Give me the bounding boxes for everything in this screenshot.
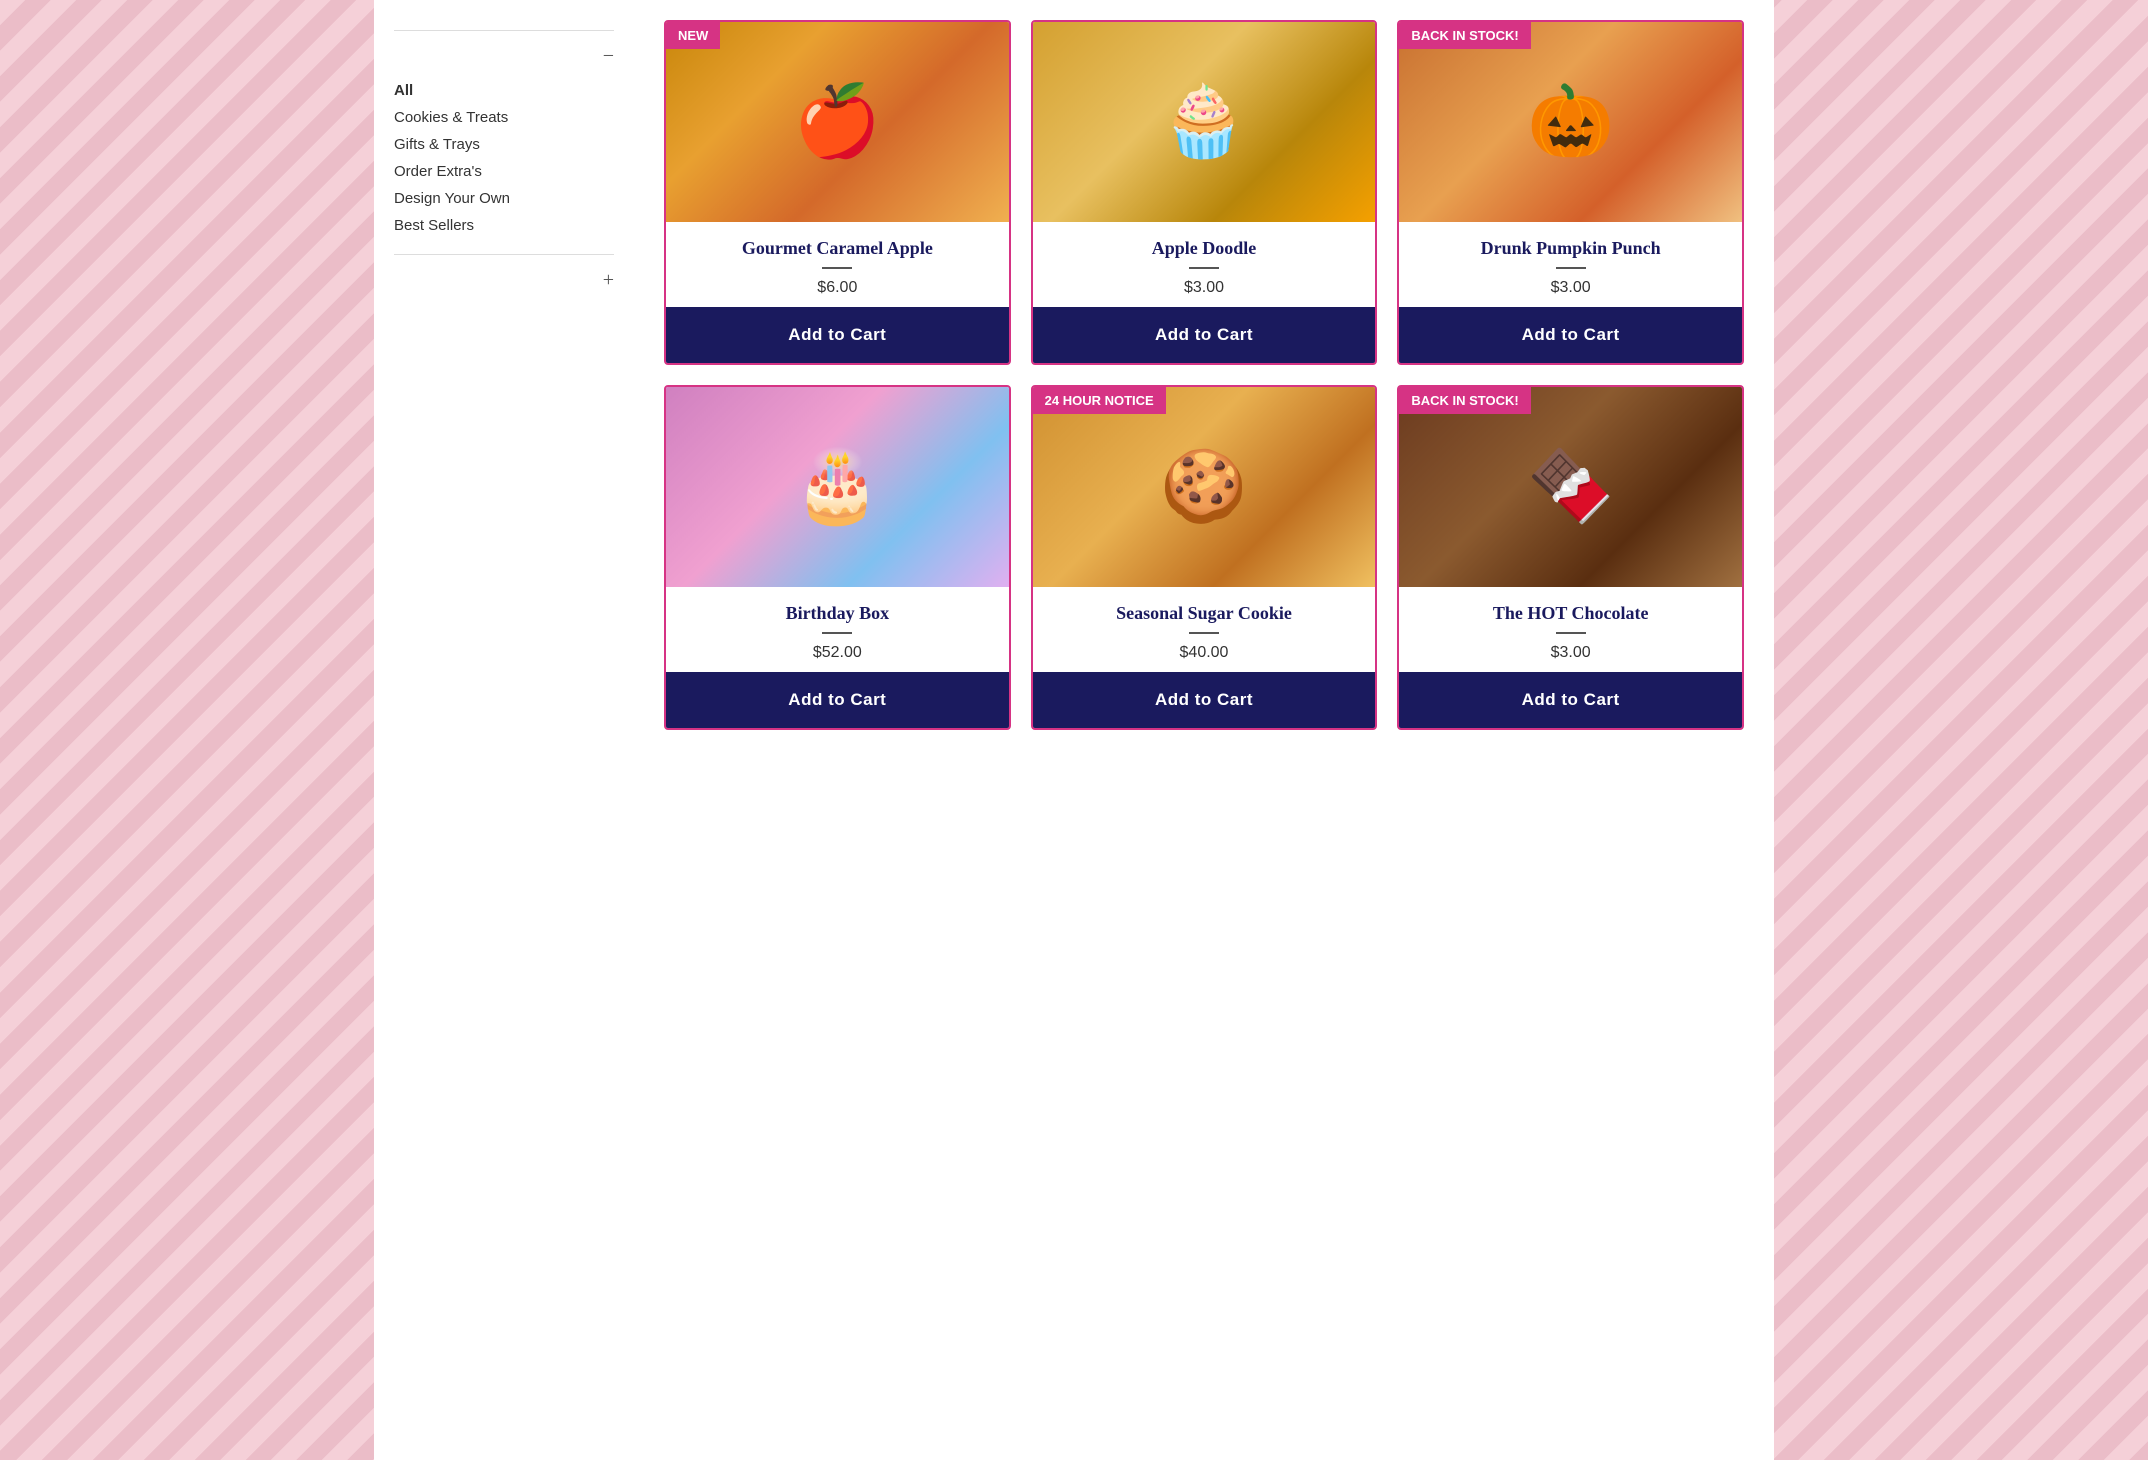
product-info-gourmet-caramel-apple: Gourmet Caramel Apple $6.00 [666,222,1009,307]
price-section [394,254,614,292]
sidebar-item-design-your-own[interactable]: Design Your Own [394,190,614,207]
product-image-the-hot-chocolate: 🍫 [1399,387,1742,587]
sidebar-item-order-extras[interactable]: Order Extra's [394,163,614,180]
collection-header [394,45,614,68]
product-card-drunk-pumpkin-punch: 🎃 BACK IN STOCK! Drunk Pumpkin Punch $3.… [1397,20,1744,365]
sidebar: All Cookies & Treats Gifts & Trays Order Ex… [374,0,634,1460]
product-image-wrapper-apple-doodle: 🧁 [1033,22,1376,222]
product-info-birthday-box: Birthday Box $52.00 [666,587,1009,672]
product-divider-drunk-pumpkin-punch [1556,267,1586,269]
product-divider-birthday-box [822,632,852,634]
sidebar-item-best-sellers[interactable]: Best Sellers [394,217,614,234]
main-content: 🍎 NEW Gourmet Caramel Apple $6.00 Add to… [634,0,1774,1460]
add-to-cart-button-birthday-box[interactable]: Add to Cart [666,672,1009,728]
product-image-wrapper-gourmet-caramel-apple: 🍎 NEW [666,22,1009,222]
product-divider-the-hot-chocolate [1556,632,1586,634]
add-to-cart-button-drunk-pumpkin-punch[interactable]: Add to Cart [1399,307,1742,363]
collection-collapse-icon[interactable] [603,45,614,68]
product-info-drunk-pumpkin-punch: Drunk Pumpkin Punch $3.00 [1399,222,1742,307]
sidebar-item-all[interactable]: All [394,82,614,99]
product-grid: 🍎 NEW Gourmet Caramel Apple $6.00 Add to… [664,20,1744,730]
product-image-gourmet-caramel-apple: 🍎 [666,22,1009,222]
product-info-apple-doodle: Apple Doodle $3.00 [1033,222,1376,307]
product-name-the-hot-chocolate: The HOT Chocolate [1411,603,1730,624]
product-price-birthday-box: $52.00 [678,644,997,662]
product-name-gourmet-caramel-apple: Gourmet Caramel Apple [678,238,997,259]
price-expand-icon[interactable] [603,269,614,292]
product-card-seasonal-sugar-cookie: 🍪 24 Hour Notice Seasonal Sugar Cookie $… [1031,385,1378,730]
page-wrapper: All Cookies & Treats Gifts & Trays Order Ex… [374,0,1774,1460]
product-divider-apple-doodle [1189,267,1219,269]
product-price-apple-doodle: $3.00 [1045,279,1364,297]
product-name-drunk-pumpkin-punch: Drunk Pumpkin Punch [1411,238,1730,259]
product-badge-seasonal-sugar-cookie: 24 Hour Notice [1033,387,1166,414]
product-badge-the-hot-chocolate: BACK IN STOCK! [1399,387,1530,414]
product-badge-drunk-pumpkin-punch: BACK IN STOCK! [1399,22,1530,49]
product-name-seasonal-sugar-cookie: Seasonal Sugar Cookie [1045,603,1364,624]
nav-list: All Cookies & Treats Gifts & Trays Order Ex… [394,82,614,234]
sidebar-item-gifts-trays[interactable]: Gifts & Trays [394,136,614,153]
product-name-apple-doodle: Apple Doodle [1045,238,1364,259]
product-card-apple-doodle: 🧁 Apple Doodle $3.00 Add to Cart [1031,20,1378,365]
product-image-apple-doodle: 🧁 [1033,22,1376,222]
add-to-cart-button-gourmet-caramel-apple[interactable]: Add to Cart [666,307,1009,363]
product-image-seasonal-sugar-cookie: 🍪 [1033,387,1376,587]
product-image-wrapper-seasonal-sugar-cookie: 🍪 24 Hour Notice [1033,387,1376,587]
product-price-the-hot-chocolate: $3.00 [1411,644,1730,662]
add-to-cart-button-seasonal-sugar-cookie[interactable]: Add to Cart [1033,672,1376,728]
product-name-birthday-box: Birthday Box [678,603,997,624]
product-image-wrapper-birthday-box: 🎂 [666,387,1009,587]
sidebar-item-cookies-treats[interactable]: Cookies & Treats [394,109,614,126]
add-to-cart-button-the-hot-chocolate[interactable]: Add to Cart [1399,672,1742,728]
product-image-birthday-box: 🎂 [666,387,1009,587]
product-price-gourmet-caramel-apple: $6.00 [678,279,997,297]
product-info-the-hot-chocolate: The HOT Chocolate $3.00 [1399,587,1742,672]
collection-section: All Cookies & Treats Gifts & Trays Order Ex… [394,30,614,234]
product-divider-seasonal-sugar-cookie [1189,632,1219,634]
product-price-seasonal-sugar-cookie: $40.00 [1045,644,1364,662]
product-image-wrapper-drunk-pumpkin-punch: 🎃 BACK IN STOCK! [1399,22,1742,222]
product-card-gourmet-caramel-apple: 🍎 NEW Gourmet Caramel Apple $6.00 Add to… [664,20,1011,365]
product-info-seasonal-sugar-cookie: Seasonal Sugar Cookie $40.00 [1033,587,1376,672]
add-to-cart-button-apple-doodle[interactable]: Add to Cart [1033,307,1376,363]
product-image-drunk-pumpkin-punch: 🎃 [1399,22,1742,222]
product-divider-gourmet-caramel-apple [822,267,852,269]
product-badge-gourmet-caramel-apple: NEW [666,22,720,49]
product-image-wrapper-the-hot-chocolate: 🍫 BACK IN STOCK! [1399,387,1742,587]
product-price-drunk-pumpkin-punch: $3.00 [1411,279,1730,297]
product-card-birthday-box: 🎂 Birthday Box $52.00 Add to Cart [664,385,1011,730]
product-card-the-hot-chocolate: 🍫 BACK IN STOCK! The HOT Chocolate $3.00… [1397,385,1744,730]
